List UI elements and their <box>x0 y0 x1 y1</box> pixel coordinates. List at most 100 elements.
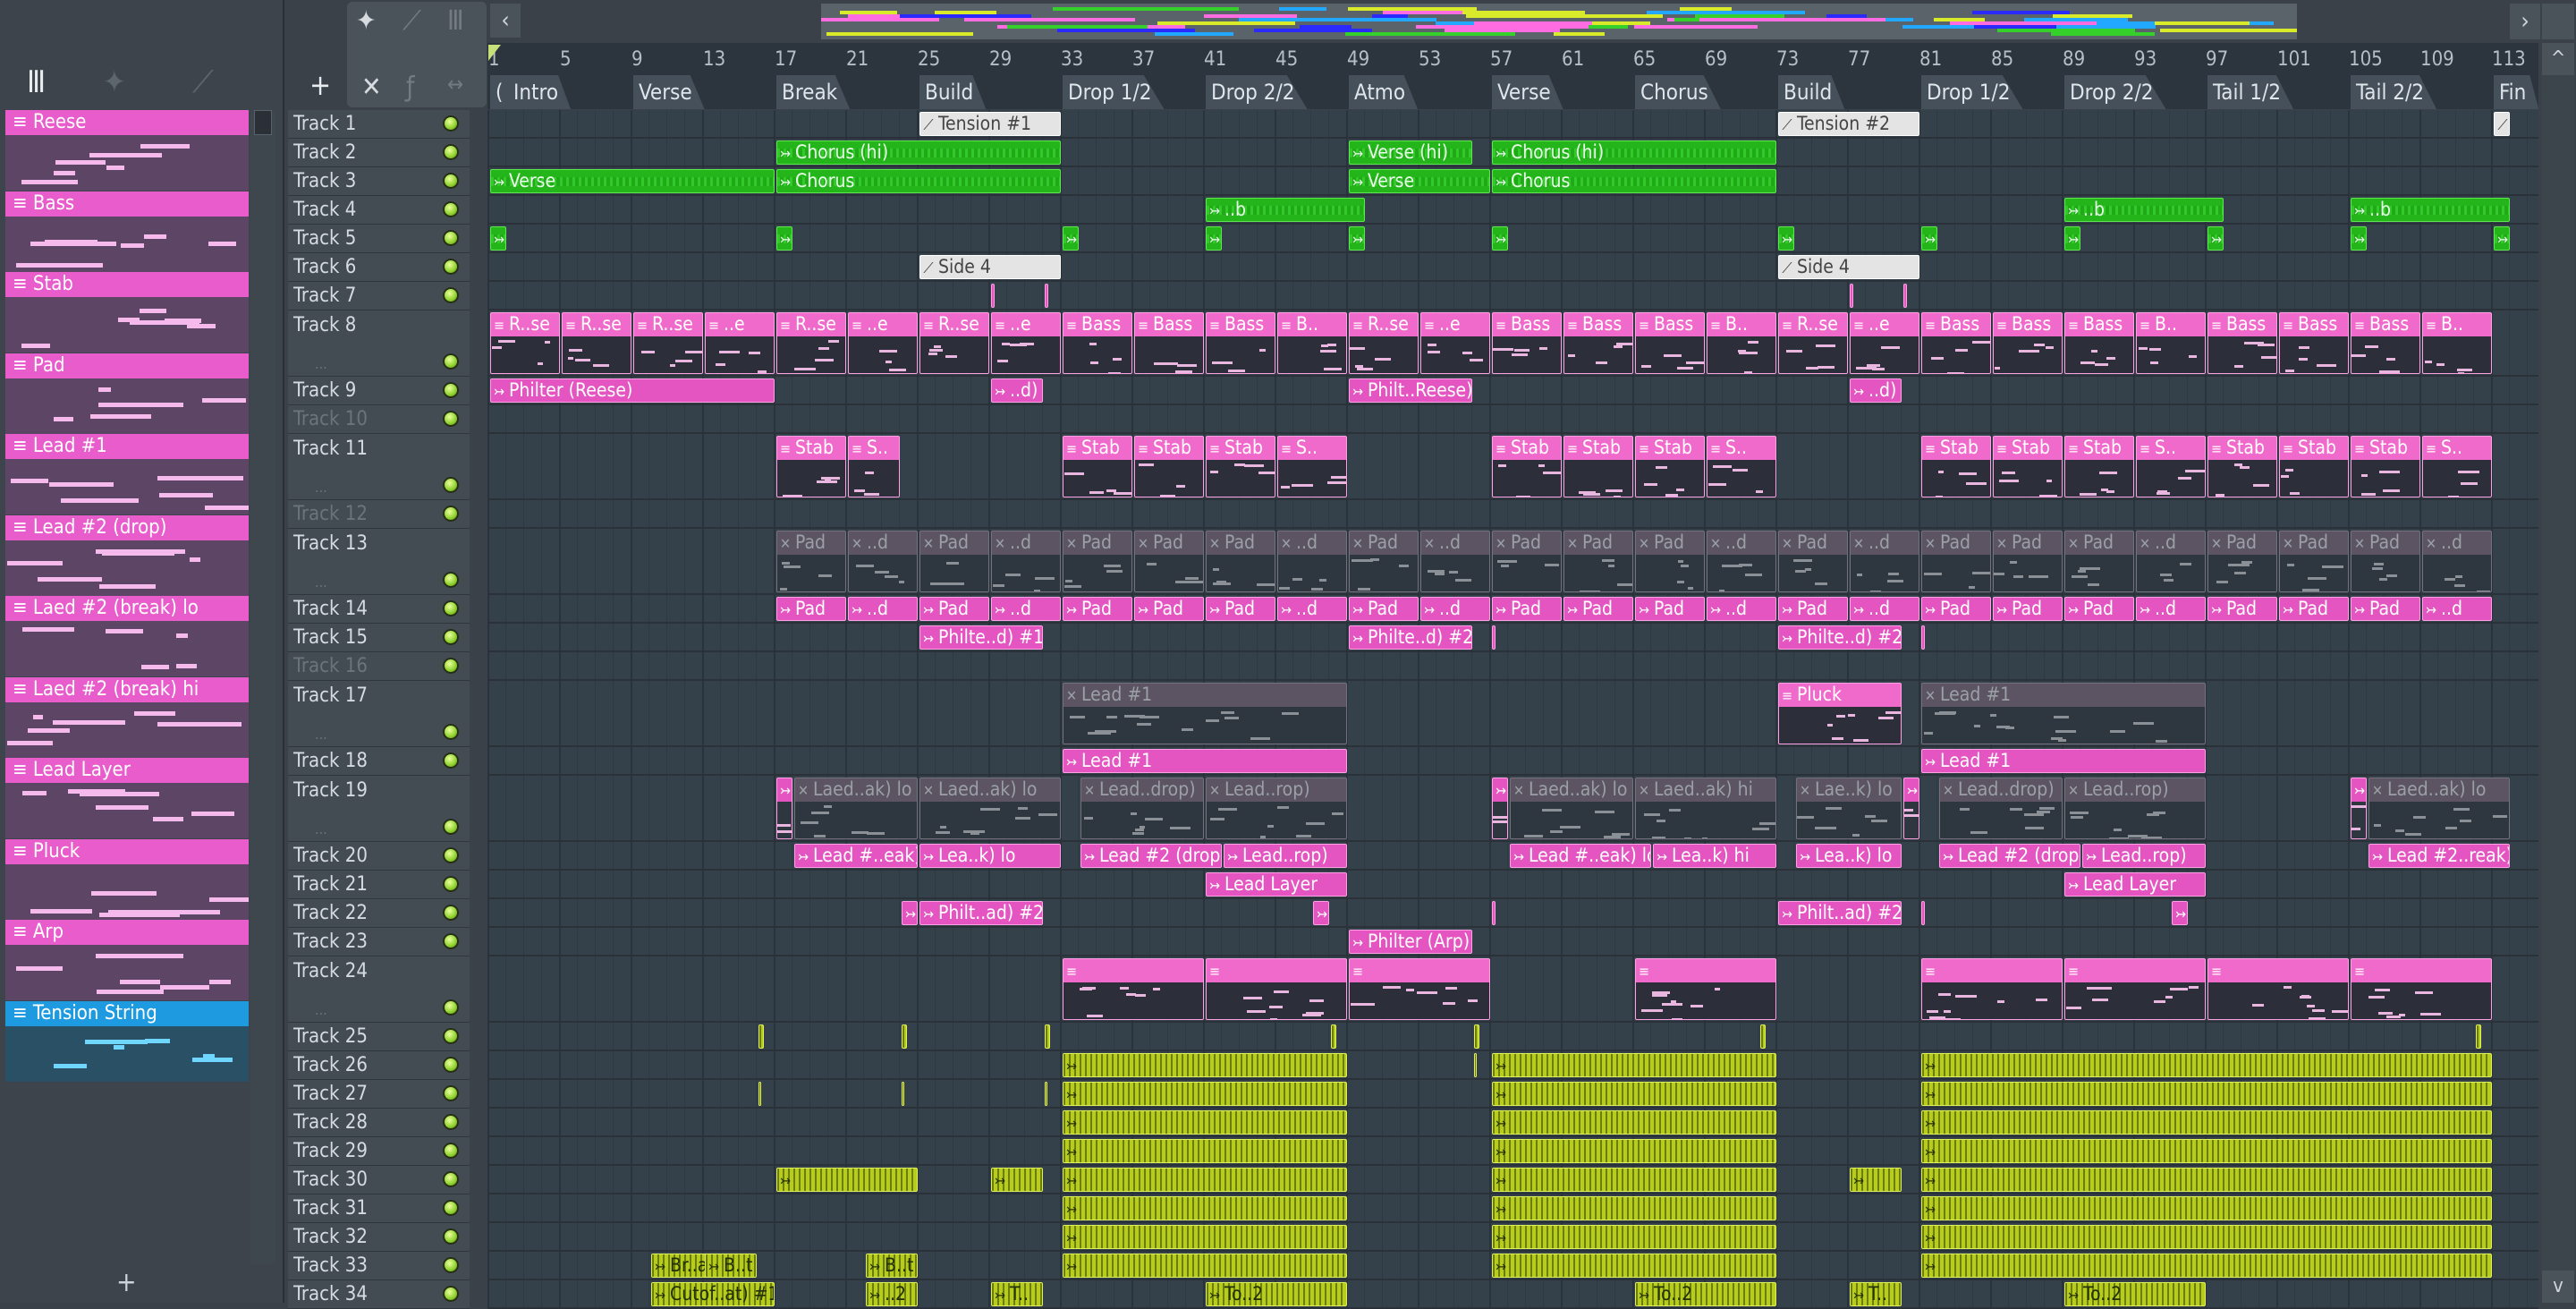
clip[interactable]: ✕Pad <box>1921 531 1991 592</box>
clip[interactable]: ↣ <box>1492 1139 1776 1163</box>
pattern-item[interactable]: ≡ Arp <box>5 920 249 1000</box>
clip[interactable]: ✕Pad <box>2207 531 2277 592</box>
clip[interactable]: ≡Bass <box>2207 312 2277 374</box>
clip[interactable] <box>1045 1024 1050 1049</box>
marker-drop-1-2[interactable]: Drop 1/2 <box>1063 75 1165 109</box>
track-enable-led[interactable] <box>443 572 459 588</box>
clip[interactable]: ≡Bass <box>1206 312 1275 374</box>
clip[interactable]: ⟋Side 4 <box>919 255 1061 279</box>
track-enable-led[interactable] <box>443 1257 459 1273</box>
track-header[interactable]: Track 23 <box>288 928 470 956</box>
clip[interactable]: ↣ <box>902 901 918 925</box>
clip[interactable]: ≡Stab <box>1921 436 1991 497</box>
clip[interactable]: ↣ <box>1492 1082 1776 1106</box>
clip[interactable]: ↣Pad <box>1492 597 1562 621</box>
marker-verse[interactable]: Verse <box>1492 75 1563 109</box>
clip[interactable]: ↣Chorus (hi) <box>776 140 1061 165</box>
track-header[interactable]: Track 7 <box>288 282 470 310</box>
clip[interactable]: ↣ <box>1063 1053 1347 1077</box>
track-enable-led[interactable] <box>443 1286 459 1302</box>
slip-tool-icon[interactable]: ƒ <box>406 72 415 103</box>
clip[interactable]: ≡..e <box>1850 312 1919 374</box>
clip[interactable]: ↣Philter (Reese) <box>490 378 775 403</box>
clip[interactable]: ↣ <box>1492 778 1508 839</box>
clip[interactable]: ↣ <box>1063 1225 1347 1249</box>
clip[interactable]: ✕Laed..ak) lo <box>2368 778 2510 839</box>
clip[interactable]: ↣Lead #2..reak) lo <box>2368 844 2510 868</box>
clip[interactable]: ↣ <box>1850 1168 1902 1192</box>
clip[interactable]: ↣Pad <box>2279 597 2349 621</box>
clip[interactable]: ✕Pad <box>1563 531 1633 592</box>
clip[interactable] <box>902 1024 907 1049</box>
clip[interactable]: ↣Philte..d) #2 <box>1349 625 1472 650</box>
clip[interactable]: ✕Laed..ak) lo <box>794 778 918 839</box>
clip[interactable]: ⟋ <box>2494 112 2510 136</box>
clip[interactable]: ↣ <box>1492 1168 1776 1192</box>
clip[interactable]: ↣Philter (Arp) <box>1349 930 1472 954</box>
track-enable-led[interactable] <box>443 1057 459 1073</box>
clip[interactable] <box>1331 1024 1336 1049</box>
track-header[interactable]: Track 34 <box>288 1280 470 1309</box>
clip[interactable]: ≡Bass <box>1921 312 1991 374</box>
clip[interactable]: ↣..b <box>2351 198 2510 222</box>
clip[interactable]: ↣..d <box>2422 597 2492 621</box>
clip[interactable]: ↣ <box>2351 226 2367 251</box>
clip[interactable]: ✕..d <box>1850 531 1919 592</box>
clip[interactable]: ↣Lead #2 (drop) <box>1080 844 1222 868</box>
clip[interactable] <box>1903 284 1907 308</box>
clip[interactable]: ↣ <box>2494 226 2510 251</box>
clip[interactable]: ≡Stab <box>2351 436 2420 497</box>
clip[interactable]: ↣Philt..ad) #2 <box>919 901 1043 925</box>
track-enable-led[interactable] <box>443 230 459 246</box>
clip[interactable]: ↣ <box>1921 1082 2492 1106</box>
clip[interactable]: ≡R..se <box>776 312 846 374</box>
clip[interactable] <box>1492 625 1496 650</box>
clip[interactable]: ≡Stab <box>1993 436 2063 497</box>
clip[interactable]: ✕Pad <box>1492 531 1562 592</box>
clip[interactable]: ≡R..se <box>633 312 703 374</box>
clip[interactable]: ↣ <box>1063 1139 1347 1163</box>
clip[interactable]: ≡R..se <box>1349 312 1419 374</box>
track-header[interactable]: Track 3 <box>288 167 470 196</box>
clip[interactable]: ≡ <box>1063 958 1204 1020</box>
clip[interactable]: ≡R..se <box>562 312 631 374</box>
track-header[interactable]: Track 24... <box>288 956 470 1023</box>
marker-break[interactable]: Break <box>776 75 850 109</box>
clip[interactable]: ↣ <box>1313 901 1329 925</box>
clip[interactable]: ≡R..se <box>490 312 560 374</box>
automation-clip-icon[interactable]: ⟋ <box>402 5 421 37</box>
marker-intro[interactable]: Intro <box>508 75 571 109</box>
clip[interactable]: ≡Stab <box>1492 436 1562 497</box>
marker-tail-2-2[interactable]: Tail 2/2 <box>2351 75 2436 109</box>
clip[interactable] <box>1921 625 1925 650</box>
clip[interactable]: ↣ <box>2064 226 2080 251</box>
track-header[interactable]: Track 30 <box>288 1166 470 1194</box>
clip[interactable]: ↣Lead #1 <box>1063 749 1347 773</box>
track-enable-led[interactable] <box>443 1200 459 1216</box>
track-enable-led[interactable] <box>443 819 459 835</box>
clip[interactable]: ↣Lead Layer <box>2064 872 2206 897</box>
clip[interactable]: ≡B.. <box>1277 312 1347 374</box>
clip[interactable]: ↣Chorus <box>776 169 1061 193</box>
clip[interactable]: ≡ <box>1349 958 1490 1020</box>
clip[interactable]: ↣..d <box>1420 597 1490 621</box>
track-enable-led[interactable] <box>443 477 459 493</box>
pattern-item[interactable]: ≡ Bass <box>5 191 249 272</box>
clip[interactable]: ↣ <box>1921 226 1937 251</box>
track-header[interactable]: Track 5 <box>288 225 470 253</box>
track-enable-led[interactable] <box>443 658 459 674</box>
clip[interactable]: ≡Bass <box>1134 312 1204 374</box>
marker-atmo[interactable]: Atmo <box>1349 75 1418 109</box>
slide-tool-icon[interactable]: ↔ <box>447 72 463 97</box>
clip[interactable]: ↣Pad <box>2207 597 2277 621</box>
clip[interactable]: ↣ <box>1492 1053 1776 1077</box>
clip[interactable]: ≡S.. <box>2422 436 2492 497</box>
clip[interactable]: ↣..b <box>2064 198 2224 222</box>
clip[interactable]: ↣Pad <box>1206 597 1275 621</box>
clip[interactable]: ↣Philt..Reese) <box>1349 378 1472 403</box>
clip[interactable]: ✕Pad <box>1778 531 1848 592</box>
audio-wave-icon[interactable]: ✦ <box>103 64 126 100</box>
clip[interactable]: ✕Pad <box>2064 531 2134 592</box>
track-header[interactable]: Track 13... <box>288 529 470 595</box>
track-enable-led[interactable] <box>443 1028 459 1044</box>
